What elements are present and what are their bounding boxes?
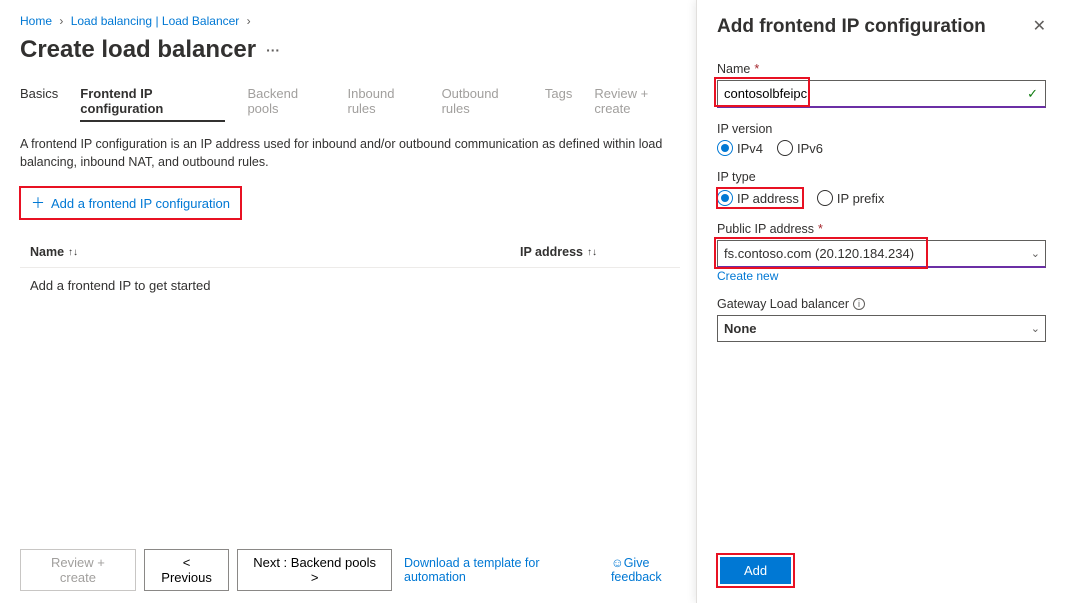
ipv4-radio[interactable]: IPv4 [717, 140, 763, 156]
name-input[interactable] [717, 80, 1046, 108]
tab-outbound-rules[interactable]: Outbound rules [442, 82, 523, 122]
chevron-right-icon: › [247, 14, 251, 28]
page-title: Create load balancer ··· [20, 36, 680, 64]
create-new-link[interactable]: Create new [717, 269, 778, 283]
checkmark-icon: ✓ [1027, 86, 1038, 102]
previous-button[interactable]: < Previous [144, 549, 229, 591]
name-field-label: Name* [717, 62, 1046, 76]
close-icon[interactable]: ✕ [1033, 16, 1046, 36]
tab-basics[interactable]: Basics [20, 82, 58, 122]
column-name[interactable]: Name ↑↓ [20, 245, 520, 259]
more-icon[interactable]: ··· [266, 42, 280, 58]
tab-backend-pools[interactable]: Backend pools [247, 82, 325, 122]
table-header: Name ↑↓ IP address ↑↓ [20, 237, 680, 268]
chevron-right-icon: › [59, 14, 63, 28]
next-button[interactable]: Next : Backend pools > [237, 549, 392, 591]
review-create-button: Review + create [20, 549, 136, 591]
add-frontend-ip-panel: Add frontend IP configuration ✕ Name* ✓ … [696, 0, 1066, 603]
gateway-lb-select[interactable]: None [717, 315, 1046, 342]
panel-title: Add frontend IP configuration [717, 16, 986, 38]
tabs-bar: Basics Frontend IP configuration Backend… [20, 82, 680, 122]
gateway-lb-label: Gateway Load balancer i [717, 297, 1046, 311]
add-button[interactable]: Add [720, 557, 791, 584]
breadcrumb: Home › Load balancing | Load Balancer › [20, 10, 680, 32]
breadcrumb-load-balancing[interactable]: Load balancing | Load Balancer [71, 14, 240, 28]
breadcrumb-home[interactable]: Home [20, 14, 52, 28]
sort-icon: ↑↓ [68, 247, 78, 258]
ip-version-label: IP version [717, 122, 1046, 136]
info-icon[interactable]: i [853, 298, 865, 310]
tab-description: A frontend IP configuration is an IP add… [20, 136, 680, 171]
tab-review-create[interactable]: Review + create [594, 82, 680, 122]
ip-type-label: IP type [717, 170, 1046, 184]
feedback-icon: ☺ [611, 556, 624, 570]
public-ip-select[interactable]: fs.contoso.com (20.120.184.234) [717, 240, 1046, 268]
wizard-footer: Review + create < Previous Next : Backen… [20, 549, 700, 591]
tab-inbound-rules[interactable]: Inbound rules [347, 82, 419, 122]
give-feedback-link[interactable]: ☺Give feedback [611, 556, 700, 584]
column-ip-address[interactable]: IP address ↑↓ [520, 245, 680, 259]
ip-prefix-radio[interactable]: IP prefix [817, 190, 884, 206]
ip-address-radio[interactable]: IP address [717, 188, 803, 208]
table-empty-row: Add a frontend IP to get started [20, 268, 680, 303]
tab-tags[interactable]: Tags [545, 82, 572, 122]
add-frontend-ip-button[interactable]: ＋ Add a frontend IP configuration [20, 187, 241, 219]
tab-frontend-ip[interactable]: Frontend IP configuration [80, 82, 225, 122]
download-template-link[interactable]: Download a template for automation [404, 556, 597, 584]
add-frontend-ip-label: Add a frontend IP configuration [51, 196, 230, 211]
ipv6-radio[interactable]: IPv6 [777, 140, 823, 156]
public-ip-label: Public IP address* [717, 222, 1046, 236]
plus-icon: ＋ [31, 193, 45, 213]
sort-icon: ↑↓ [587, 247, 597, 258]
